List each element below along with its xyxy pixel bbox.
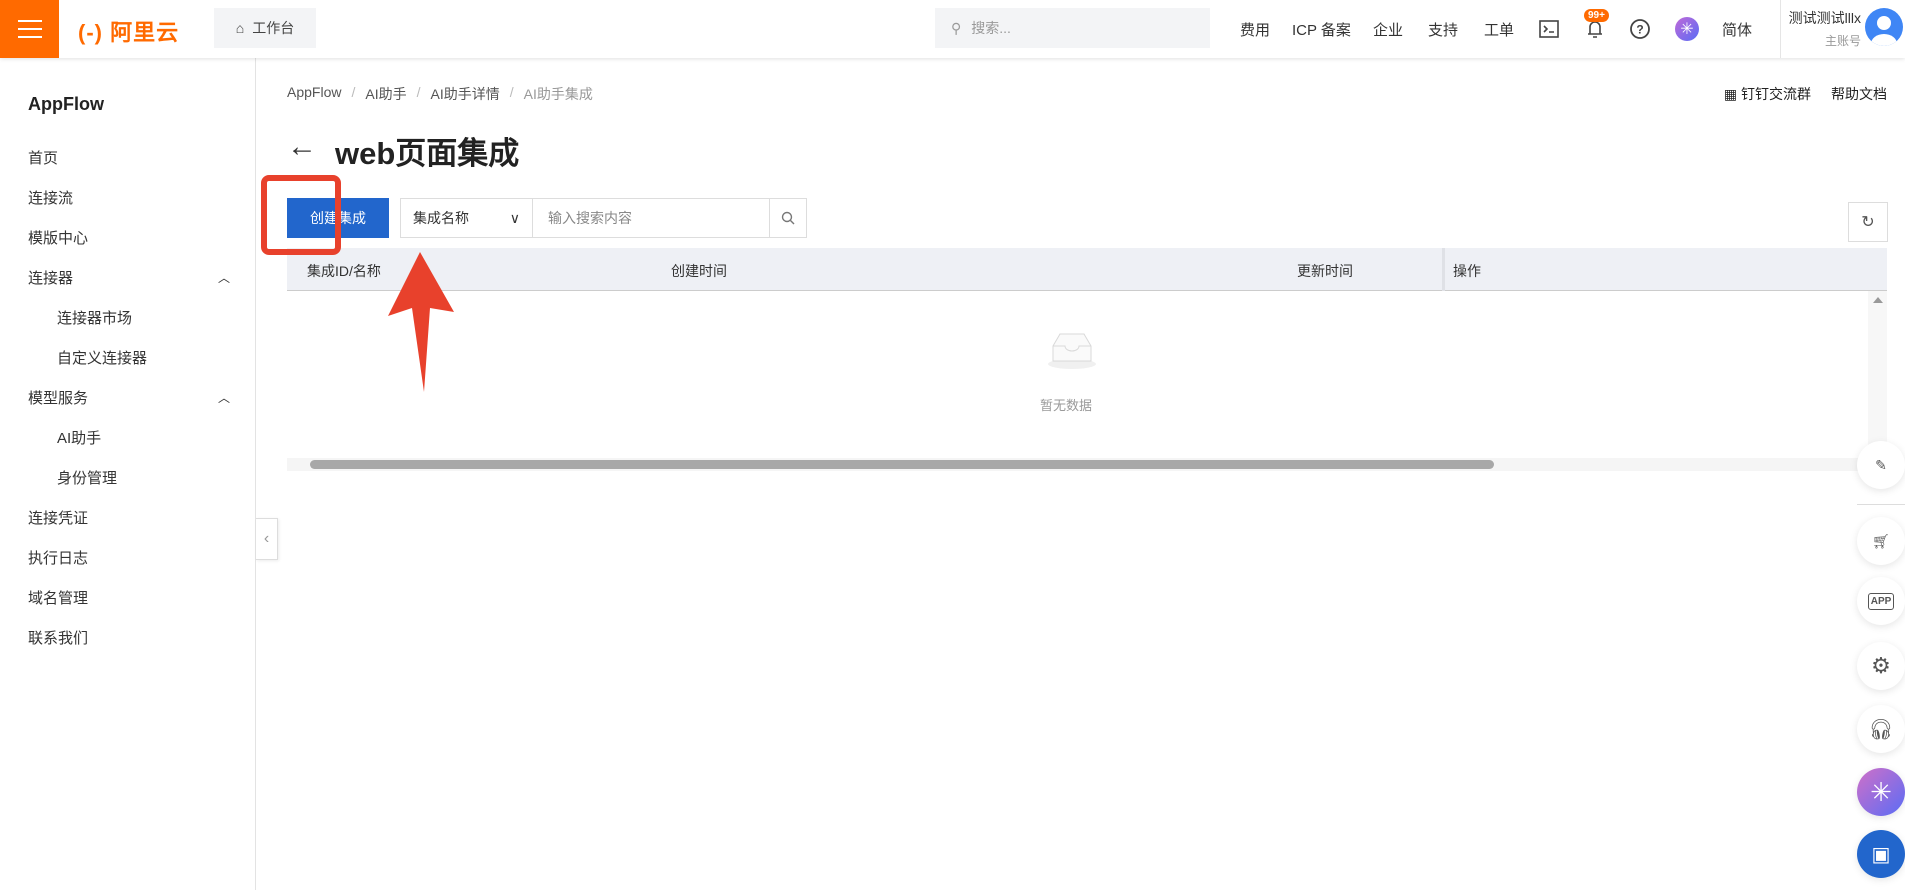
apps-button[interactable]: ▣ — [1857, 830, 1905, 878]
home-icon: ⌂ — [235, 20, 245, 36]
column-header-id-name: 集成ID/名称 — [307, 263, 381, 279]
language-switch[interactable]: 简体 — [1722, 19, 1752, 40]
global-search[interactable]: ⚲ 搜索... — [935, 8, 1210, 48]
workbench-button[interactable]: ⌂ 工作台 — [214, 8, 316, 48]
sidebar-item-connector-market[interactable]: 连接器市场 — [57, 307, 132, 328]
breadcrumb: AppFlow / AI助手 / AI助手详情 / AI助手集成 — [287, 84, 593, 104]
create-integration-button[interactable]: 创建集成 — [287, 198, 389, 238]
sidebar-title: AppFlow — [28, 94, 104, 114]
breadcrumb-item[interactable]: AppFlow — [287, 84, 341, 104]
settings-button[interactable]: ⚙ — [1857, 642, 1905, 690]
chevron-up-icon[interactable]: ︿ — [218, 389, 230, 406]
breadcrumb-item[interactable]: AI助手 — [365, 84, 406, 104]
ai-assistant-icon[interactable]: ✳ — [1675, 17, 1699, 41]
sidebar — [0, 58, 256, 890]
breadcrumb-separator: / — [509, 84, 514, 100]
username[interactable]: 测试测试lllx — [1781, 8, 1861, 28]
logo-text: 阿里云 — [110, 20, 180, 45]
dingtalk-label: 钉钉交流群 — [1741, 86, 1811, 102]
sidebar-item-connectors[interactable]: 连接器 — [28, 267, 73, 288]
sidebar-item-logs[interactable]: 执行日志 — [28, 547, 88, 568]
sidebar-item-home[interactable]: 首页 — [28, 147, 58, 168]
sidebar-item-model-service[interactable]: 模型服务 — [28, 387, 88, 408]
column-header-created: 创建时间 — [671, 263, 727, 279]
menu-icon[interactable] — [0, 0, 59, 58]
filter-field-select[interactable]: 集成名称 ∨ — [400, 198, 533, 238]
svg-text:?: ? — [1636, 23, 1643, 37]
annotation-arrow-icon — [388, 252, 454, 392]
sidebar-item-flows[interactable]: 连接流 — [28, 187, 73, 208]
table-header: 集成ID/名称 创建时间 更新时间 操作 — [287, 248, 1887, 291]
breadcrumb-current: AI助手集成 — [523, 86, 593, 102]
collapse-sidebar-button[interactable]: ‹ — [256, 518, 278, 560]
sidebar-item-contact[interactable]: 联系我们 — [28, 627, 88, 648]
nav-enterprise[interactable]: 企业 — [1373, 19, 1403, 40]
nav-support[interactable]: 支持 — [1428, 19, 1458, 40]
app-button[interactable]: APP — [1857, 577, 1905, 625]
gear-icon: ⚙ — [1871, 653, 1891, 678]
notification-badge: 99+ — [1584, 9, 1609, 22]
search-placeholder: 搜索... — [971, 20, 1011, 36]
edit-feedback-button[interactable]: ✎ — [1857, 441, 1905, 489]
horizontal-scrollbar-thumb[interactable] — [310, 460, 1494, 469]
scroll-up-arrow-icon[interactable] — [1872, 297, 1883, 303]
nav-tickets[interactable]: 工单 — [1484, 19, 1514, 40]
cart-icon: 🛒︎ — [1872, 532, 1890, 549]
sidebar-item-custom-connector[interactable]: 自定义连接器 — [57, 347, 147, 368]
account-role: 主账号 — [1824, 34, 1861, 48]
filter-select-value: 集成名称 — [413, 210, 469, 226]
help-icon[interactable]: ? — [1628, 17, 1652, 41]
terminal-icon[interactable] — [1537, 17, 1561, 41]
column-header-actions: 操作 — [1453, 263, 1481, 279]
top-header: (-) 阿里云 ⌂ 工作台 ⚲ 搜索... 费用 ICP 备案 企业 支持 工单 9… — [0, 0, 1905, 58]
breadcrumb-item[interactable]: AI助手详情 — [430, 84, 499, 104]
vertical-scrollbar[interactable] — [1868, 291, 1887, 451]
column-header-updated: 更新时间 — [1297, 263, 1353, 279]
refresh-icon: ↻ — [1861, 214, 1875, 231]
empty-state-text: 暂无数据 — [1040, 398, 1093, 413]
column-divider — [1442, 248, 1445, 291]
empty-inbox-icon — [1048, 333, 1096, 369]
chevron-down-icon: ∨ — [509, 209, 520, 226]
ai-assistant-float-button[interactable]: ✳ — [1857, 768, 1905, 816]
sidebar-item-domains[interactable]: 域名管理 — [28, 587, 88, 608]
chevron-up-icon[interactable]: ︿ — [218, 269, 230, 286]
top-links: ▦ 钉钉交流群 帮助文档 — [1724, 84, 1887, 104]
search-input[interactable] — [532, 198, 770, 238]
apps-grid-icon: ▣ — [1871, 843, 1891, 866]
sidebar-item-ai-assistant[interactable]: AI助手 — [57, 427, 101, 448]
nav-icp[interactable]: ICP 备案 — [1292, 19, 1351, 40]
help-docs-link[interactable]: 帮助文档 — [1831, 84, 1887, 104]
pencil-icon: ✎ — [1875, 456, 1887, 473]
support-button[interactable]: 🎧︎ — [1857, 705, 1905, 753]
search-icon: ⚲ — [951, 19, 962, 36]
avatar[interactable] — [1865, 8, 1903, 46]
sidebar-item-credentials[interactable]: 连接凭证 — [28, 507, 88, 528]
nav-fees[interactable]: 费用 — [1240, 19, 1270, 40]
breadcrumb-separator: / — [351, 84, 356, 100]
aliyun-logo[interactable]: (-) 阿里云 — [78, 15, 179, 47]
headset-icon: 🎧︎ — [1868, 718, 1894, 741]
divider — [1857, 504, 1905, 505]
ai-star-icon: ✳ — [1870, 776, 1892, 807]
search-button[interactable] — [769, 198, 807, 238]
page-title: web页面集成 — [335, 136, 520, 171]
search-icon — [781, 211, 795, 225]
sidebar-item-identity[interactable]: 身份管理 — [57, 467, 117, 488]
cart-button[interactable]: 🛒︎ — [1857, 517, 1905, 565]
workbench-label: 工作台 — [252, 20, 295, 36]
refresh-button[interactable]: ↻ — [1848, 202, 1888, 242]
qrcode-icon: ▦ — [1723, 86, 1738, 102]
dingtalk-group-link[interactable]: ▦ 钉钉交流群 — [1724, 84, 1811, 104]
sidebar-item-templates[interactable]: 模版中心 — [28, 227, 88, 248]
back-arrow-icon[interactable]: ← — [287, 130, 317, 164]
breadcrumb-separator: / — [416, 84, 421, 100]
app-icon: APP — [1867, 592, 1895, 610]
